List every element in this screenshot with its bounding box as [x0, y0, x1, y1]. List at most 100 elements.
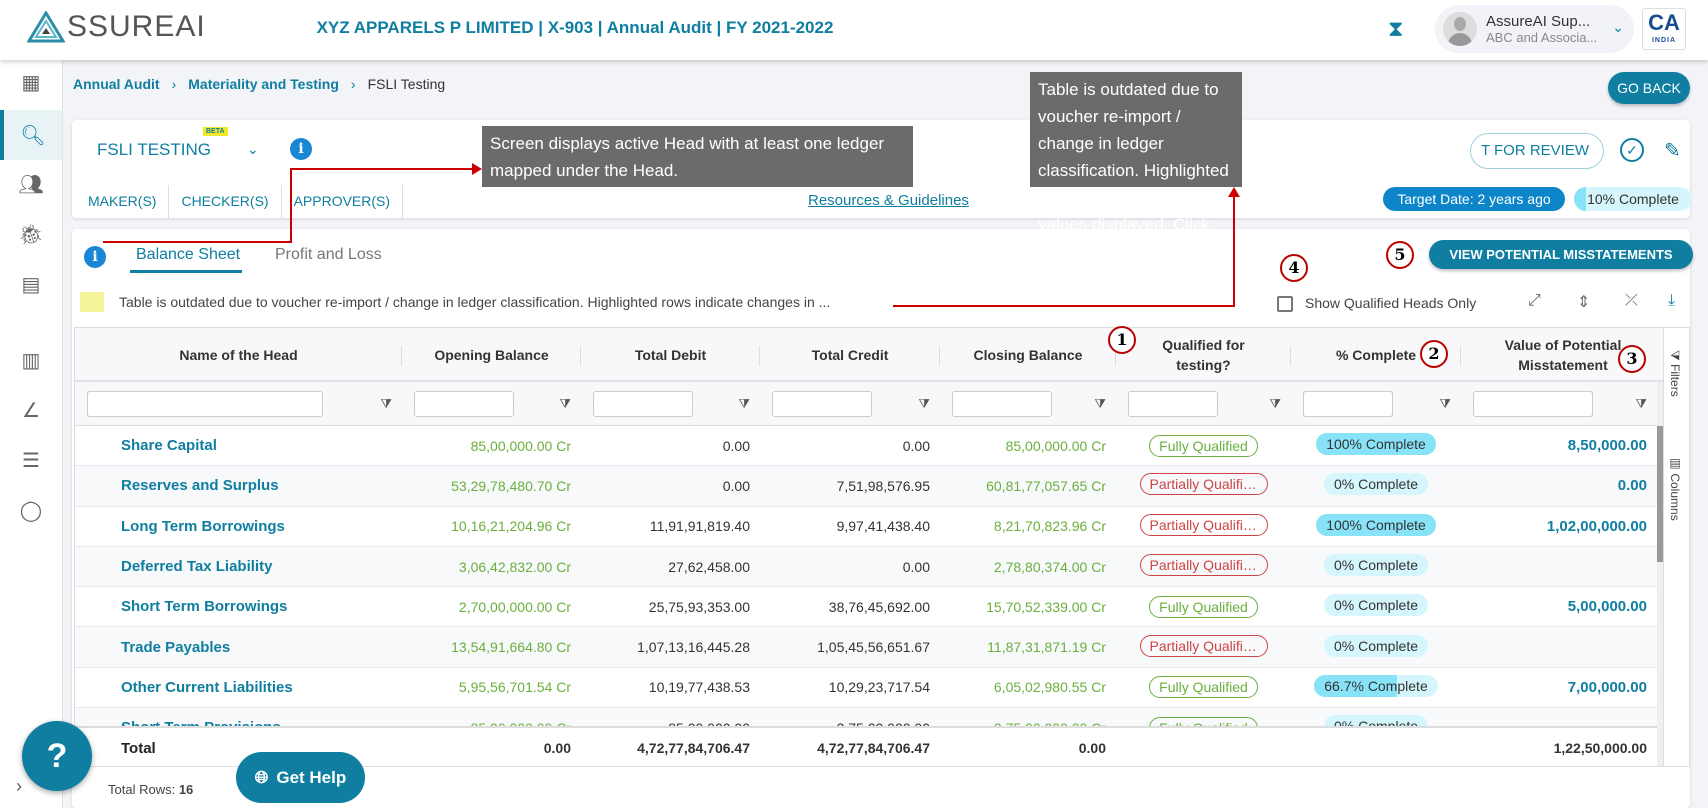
vertical-scrollbar[interactable] [1657, 382, 1663, 766]
tab-checkers[interactable]: CHECKER(S) [169, 185, 282, 218]
get-help-button[interactable]: 🌐︎ Get Help [236, 752, 365, 803]
cell-name[interactable]: Short Term Borrowings [75, 598, 402, 615]
tab-approvers[interactable]: APPROVER(S) [282, 185, 404, 218]
filter-input-credit[interactable] [772, 390, 872, 417]
bug-icon[interactable]: 🐞︎ [0, 214, 62, 254]
columns-panel-toggle[interactable]: ▤ Columns [1668, 456, 1682, 521]
submit-for-review-button[interactable]: T FOR REVIEW [1470, 133, 1604, 169]
table-row[interactable]: Long Term Borrowings 10,16,21,204.96 Cr 11… [75, 507, 1657, 547]
module-title[interactable]: FSLI TESTING [97, 140, 211, 160]
filter-cell: ⧩ [1461, 382, 1657, 425]
filter-icon[interactable]: ⧩ [559, 396, 571, 412]
document-search-icon[interactable]: 🔍︎ [0, 110, 62, 160]
app-header: SSUREAI XYZ APPARELS P LIMITED | X-903 |… [0, 0, 1708, 60]
info-icon[interactable]: i [290, 138, 312, 160]
column-header-name[interactable]: Name of the Head [75, 328, 402, 382]
dashboard-icon[interactable]: ▦ [0, 62, 62, 102]
filter-icon[interactable]: ⧩ [1094, 396, 1106, 412]
user-menu[interactable]: AssureAI Sup... ABC and Associa... ⌄ [1435, 5, 1634, 53]
qualification-badge: Fully Qualified [1149, 676, 1258, 699]
collapse-all-icon[interactable]: ⤫ [1625, 292, 1638, 310]
cell-name[interactable]: Short Term Provisions [75, 719, 402, 726]
qualification-badge: Fully Qualified [1149, 434, 1258, 457]
download-icon[interactable]: ⤓ [1668, 292, 1675, 310]
help-button[interactable]: ? [22, 721, 92, 791]
column-header-qualified[interactable]: Qualified for testing? [1116, 328, 1291, 382]
expand-all-icon[interactable]: ⇕ [1577, 292, 1590, 312]
cell-name[interactable]: Share Capital [75, 437, 402, 454]
notes-icon[interactable]: ▤ [0, 264, 62, 304]
check-circle-icon[interactable]: ✓ [1620, 138, 1644, 162]
column-header-debit[interactable]: Total Debit [581, 328, 760, 382]
cell-qualified: Fully Qualified [1116, 676, 1291, 699]
completion-badge: 100% Complete [1316, 433, 1436, 456]
cell-closing: 8,21,70,823.96 Cr [993, 518, 1106, 535]
hourglass-icon[interactable]: ⧗ [1388, 16, 1403, 42]
building-icon[interactable]: ▥ [0, 340, 62, 380]
column-header-closing[interactable]: Closing Balance [940, 328, 1116, 382]
go-back-button[interactable]: GO BACK [1608, 72, 1690, 104]
annotation-4: 4 [1280, 254, 1308, 282]
filters-panel-toggle[interactable]: ⧩ Filters [1668, 350, 1682, 397]
table-row[interactable]: Short Term Provisions85,00,000.00 Cr85,0… [75, 708, 1657, 726]
filter-icon[interactable]: ⧩ [380, 396, 392, 412]
cell-name[interactable]: Reserves and Surplus [75, 477, 402, 494]
breadcrumb-annual-audit[interactable]: Annual Audit [73, 76, 160, 92]
table-row[interactable]: Other Current Liabilities 5,95,56,701.54 … [75, 668, 1657, 709]
filter-cell: ⧩ [760, 382, 940, 425]
show-qualified-checkbox[interactable] [1277, 296, 1293, 312]
fsli-table: Name of the Head Opening Balance Total Deb… [74, 327, 1664, 767]
table-row[interactable]: Share Capital 85,00,000.00 Cr 0.00 0.00 85,0… [75, 426, 1657, 467]
column-header-credit[interactable]: Total Credit [760, 328, 940, 382]
filter-icon[interactable]: ⧩ [1269, 396, 1281, 412]
table-row[interactable]: Trade Payables 13,54,91,664.80 Cr 1,07,13,… [75, 627, 1657, 668]
filter-input-closing[interactable] [952, 390, 1052, 417]
cell-name[interactable]: Other Current Liabilities [75, 679, 402, 696]
cell-debit: 0.00 [722, 437, 750, 454]
cell-debit: 1,07,13,16,445.28 [637, 639, 750, 656]
completion-badge: 0% Complete [1323, 634, 1429, 657]
table-row[interactable]: Reserves and Surplus 53,29,78,480.70 Cr 0.… [75, 466, 1657, 507]
cell-name[interactable]: Trade Payables [75, 639, 402, 656]
filter-input-opening[interactable] [414, 390, 514, 417]
table-row[interactable]: Short Term Borrowings 2,70,00,000.00 Cr 25… [75, 587, 1657, 628]
user-org: ABC and Associa... [1486, 30, 1598, 45]
cell-name[interactable]: Long Term Borrowings [75, 518, 402, 535]
qualification-badge: Partially Qualified [1139, 473, 1268, 496]
fullscreen-icon[interactable]: ⤢ [1528, 292, 1541, 310]
cell-value: 0.00 [1617, 477, 1647, 495]
users-icon[interactable]: 👥︎ [0, 164, 62, 204]
filter-icon[interactable]: ⧩ [918, 396, 930, 412]
column-header-opening[interactable]: Opening Balance [402, 328, 581, 382]
filter-input-value[interactable] [1473, 390, 1593, 417]
filter-input-debit[interactable] [593, 390, 693, 417]
expand-sidebar-icon[interactable]: › [16, 776, 22, 797]
angle-settings-icon[interactable]: ∠ [0, 390, 62, 430]
chevron-down-icon[interactable]: ⌄ [247, 141, 259, 158]
filter-input-name[interactable] [87, 390, 323, 417]
filter-input-complete[interactable] [1303, 390, 1393, 417]
connector-line [290, 168, 292, 243]
cell-complete: 0% Complete [1291, 634, 1461, 660]
cell-name[interactable]: Deferred Tax Liability [75, 558, 402, 575]
tab-profit-and-loss[interactable]: Profit and Loss [275, 246, 382, 264]
resources-link[interactable]: Resources & Guidelines [808, 192, 969, 209]
filter-icon[interactable]: ⧩ [1635, 396, 1647, 412]
table-row[interactable]: Deferred Tax Liability 3,06,42,832.00 Cr 2… [75, 546, 1657, 588]
breadcrumb-materiality[interactable]: Materiality and Testing [188, 76, 339, 92]
checklist-icon[interactable]: ☰ [0, 440, 62, 480]
scrollbar-thumb[interactable] [1657, 426, 1663, 562]
check-circle-icon[interactable]: ◯ [0, 490, 62, 530]
filter-icon[interactable]: ⧩ [738, 396, 750, 412]
cell-complete: 0% Complete [1291, 473, 1461, 498]
tab-makers[interactable]: MAKER(S) [76, 185, 170, 218]
edit-pencil-icon[interactable]: ✎ [1664, 138, 1681, 163]
filter-input-qualified[interactable] [1128, 390, 1218, 417]
cell-qualified: Fully Qualified [1116, 595, 1291, 618]
show-qualified-label[interactable]: Show Qualified Heads Only [1305, 295, 1476, 311]
view-potential-misstatements-button[interactable]: VIEW POTENTIAL MISSTATEMENTS [1429, 240, 1693, 269]
info-icon[interactable]: i [84, 246, 106, 268]
filter-icon[interactable]: ⧩ [1439, 396, 1451, 412]
tab-balance-sheet[interactable]: Balance Sheet [136, 246, 240, 264]
cell-closing: 60,81,77,057.65 Cr [986, 477, 1106, 494]
